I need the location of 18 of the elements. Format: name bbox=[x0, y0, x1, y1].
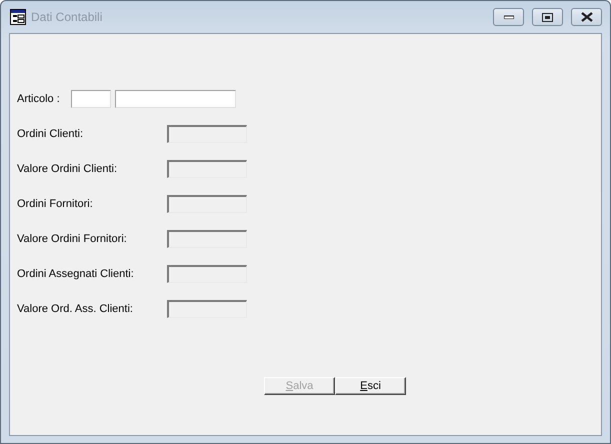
description-input[interactable] bbox=[115, 90, 236, 108]
form-icon bbox=[10, 9, 26, 25]
minimize-icon bbox=[504, 15, 514, 19]
window-title: Dati Contabili bbox=[31, 10, 104, 24]
exit-button[interactable]: Esci bbox=[335, 377, 406, 395]
maximize-button[interactable] bbox=[532, 8, 563, 26]
field-label: Valore Ordini Clienti: bbox=[17, 163, 118, 175]
close-icon bbox=[580, 12, 592, 22]
field-label: Valore Ordini Fornitori: bbox=[17, 233, 128, 245]
field-label: Articolo : bbox=[17, 93, 61, 105]
field-label: Ordini Assegnati Clienti: bbox=[17, 268, 135, 280]
minimize-button[interactable] bbox=[493, 8, 524, 26]
code-input[interactable] bbox=[71, 90, 111, 108]
field-label: Valore Ord. Ass. Clienti: bbox=[17, 303, 134, 315]
maximize-icon bbox=[542, 12, 553, 22]
field-label: Ordini Fornitori: bbox=[17, 198, 94, 210]
close-button[interactable] bbox=[571, 8, 602, 26]
field-label: Ordini Clienti: bbox=[17, 128, 84, 140]
